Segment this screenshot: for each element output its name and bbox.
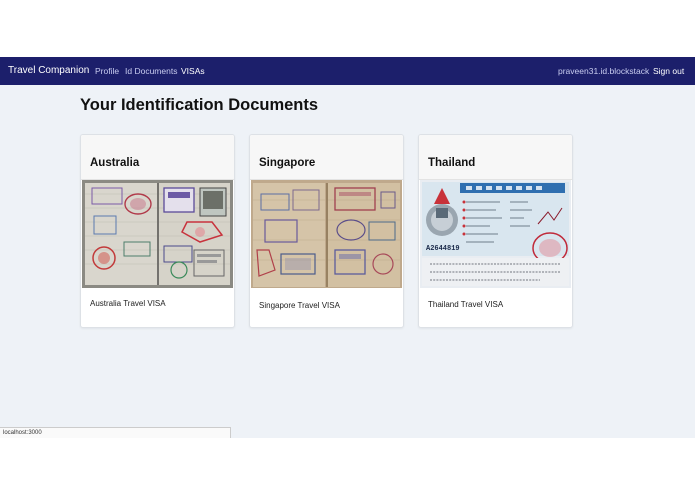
visa-number-text: A2644819 (426, 245, 460, 253)
nav-profile-link[interactable]: Profile (95, 66, 119, 76)
browser-status-bar: localhost:3000 (0, 427, 231, 438)
singapore-visa-image (251, 180, 402, 288)
passport-visa-picture: A2644819 (420, 180, 571, 288)
top-navbar: Travel Companion Profile Id Documents VI… (0, 57, 695, 85)
status-url: localhost:3000 (3, 430, 42, 436)
card-header: Singapore (250, 135, 403, 180)
card-caption: Australia Travel VISA (90, 299, 166, 308)
app-window: Travel Companion Profile Id Documents VI… (0, 57, 695, 438)
nav-visas-link[interactable]: VISAs (181, 66, 205, 76)
thailand-visa-image: A2644819 (420, 180, 571, 288)
page-title: Your Identification Documents (80, 96, 319, 114)
document-card-australia[interactable]: Australia Australia Travel VISA (80, 134, 235, 328)
card-caption: Singapore Travel VISA (259, 301, 340, 310)
card-caption: Thailand Travel VISA (428, 300, 504, 309)
brand-link[interactable]: Travel Companion (8, 65, 89, 76)
card-header: Australia (81, 135, 234, 180)
card-header: Thailand (419, 135, 572, 180)
document-card-singapore[interactable]: Singapore Singapore Travel VISA (249, 134, 404, 328)
australia-visa-image (82, 180, 233, 288)
passport-visa-picture (82, 180, 233, 288)
card-title: Thailand (428, 157, 476, 169)
sign-out-link[interactable]: Sign out (653, 66, 684, 76)
card-title: Singapore (259, 157, 316, 169)
user-id-label: praveen31.id.blockstack (558, 66, 650, 76)
nav-id-documents-link[interactable]: Id Documents (125, 66, 177, 76)
document-card-thailand[interactable]: Thailand A2644819 Thailand Travel VISA (418, 134, 573, 328)
card-title: Australia (90, 157, 140, 169)
passport-visa-picture (251, 180, 402, 288)
